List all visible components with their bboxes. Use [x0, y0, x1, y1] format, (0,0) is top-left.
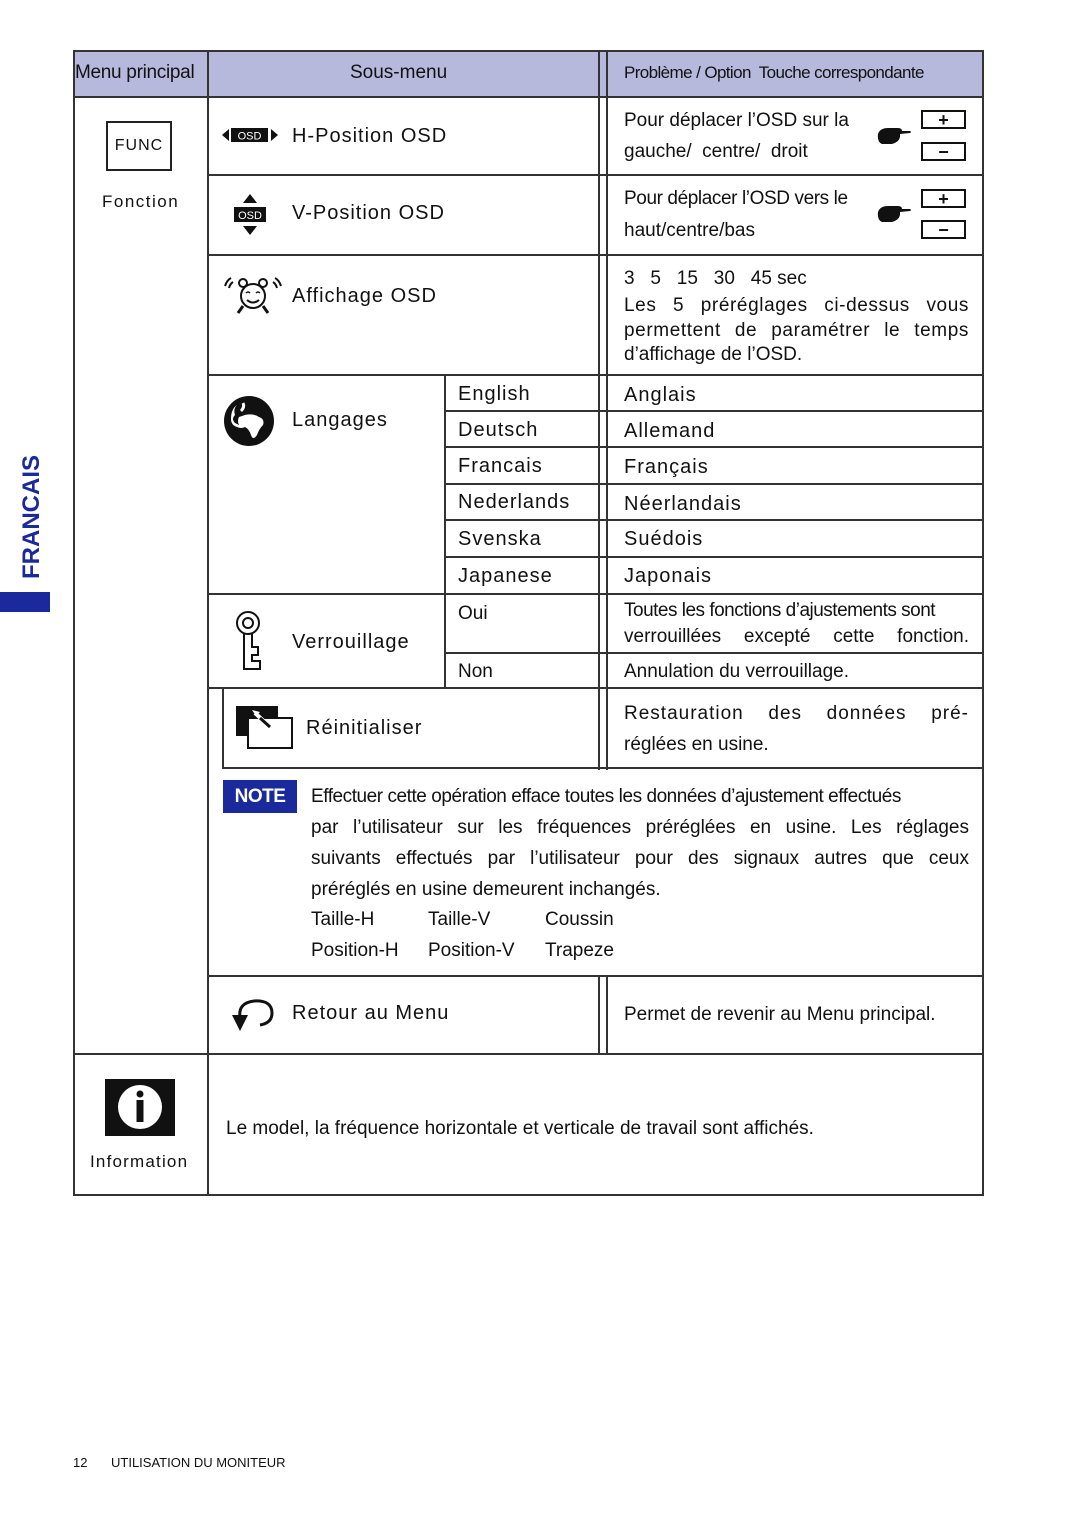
h-position-desc-1: Pour déplacer l’OSD sur la — [624, 110, 849, 131]
retour-desc: Permet de revenir au Menu principal. — [624, 1004, 936, 1025]
information-desc: Le model, la fréquence horizontale et ve… — [226, 1118, 814, 1139]
minus-key[interactable]: − — [921, 142, 966, 161]
osd-up-down-icon: OSD — [234, 194, 266, 235]
side-tab-bar — [0, 592, 50, 612]
pointing-hand-icon — [877, 206, 911, 222]
svg-text:OSD: OSD — [238, 210, 262, 222]
language-meaning: Néerlandais — [624, 493, 742, 515]
affichage-osd-row[interactable]: Affichage OSD — [209, 256, 598, 374]
osd-left-right-icon: OSD — [222, 128, 278, 143]
v-position-label: V-Position OSD — [292, 202, 445, 224]
alarm-clock-icon — [224, 277, 282, 314]
info-glyph — [118, 1085, 162, 1129]
affichage-desc-2: permettent de paramétrer le temps — [624, 320, 969, 341]
verrouillage-option-non[interactable]: Non — [446, 654, 598, 687]
language-option-deutsch[interactable]: Deutsch — [446, 412, 598, 446]
header-menu-principal: Menu principal — [75, 62, 195, 83]
reinitialiser-row[interactable]: Réinitialiser — [224, 689, 598, 767]
v-position-desc-2: haut/centre/bas — [624, 220, 755, 241]
note-setting: Taille-H — [311, 909, 375, 930]
table-top-border — [73, 50, 984, 52]
note-setting: Coussin — [545, 909, 614, 930]
v-position-desc-1: Pour déplacer l’OSD vers le — [624, 188, 848, 209]
reset-box-bottom — [222, 767, 982, 769]
langages-label: Langages — [292, 409, 388, 431]
function-caption: Fonction — [102, 192, 180, 211]
language-option-english[interactable]: English — [446, 376, 598, 410]
verrouillage-row[interactable]: Verrouillage — [209, 595, 444, 687]
retour-divider-a — [598, 975, 600, 1055]
language-option-francais[interactable]: Francais — [446, 448, 598, 482]
reinitialiser-label: Réinitialiser — [306, 717, 423, 739]
reinitialiser-desc-2: réglées en usine. — [624, 734, 769, 755]
affichage-values: 3 5 15 30 45 sec — [624, 268, 807, 289]
reset-icon — [236, 706, 293, 749]
func-icon-label: FUNC — [114, 137, 164, 154]
affichage-osd-label: Affichage OSD — [292, 285, 437, 307]
affichage-desc-1: Les 5 préréglages ci-dessus vous — [624, 295, 969, 316]
note-setting: Trapeze — [545, 940, 614, 961]
header-sous-menu: Sous-menu — [350, 62, 448, 83]
retour-au-menu-label: Retour au Menu — [292, 1002, 450, 1024]
note-text-1: Effectuer cette opération efface toutes … — [311, 786, 901, 807]
h-position-desc-2: gauche/ centre/ droit — [624, 141, 808, 162]
h-position-row[interactable]: OSD H-Position OSD — [209, 98, 598, 174]
note-text-2: par l’utilisateur sur les fréquences pré… — [311, 817, 969, 838]
info-icon — [105, 1079, 175, 1136]
note-setting: Taille-V — [428, 909, 491, 930]
language-meaning: Suédois — [624, 528, 704, 550]
verrouillage-oui-desc-2: verrouillées excepté cette fonction. — [624, 626, 969, 647]
svg-text:OSD: OSD — [238, 131, 262, 143]
language-option-svenska[interactable]: Svenska — [446, 521, 598, 555]
footer-section-title: UTILISATION DU MONITEUR — [111, 1455, 286, 1470]
language-meaning: Français — [624, 456, 709, 478]
verrouillage-option-oui[interactable]: Oui — [446, 595, 598, 652]
affichage-desc-3: d’affichage de l’OSD. — [624, 344, 803, 365]
language-option-japanese[interactable]: Japanese — [446, 558, 598, 592]
table-right-border — [982, 50, 984, 1196]
globe-icon — [224, 396, 274, 446]
verrouillage-non-desc: Annulation du verrouillage. — [624, 661, 849, 682]
note-text-3: suivants effectués par l’utilisateur pou… — [311, 848, 969, 869]
note-setting: Position-V — [428, 940, 515, 961]
information-caption: Information — [90, 1152, 189, 1171]
note-text-4: préréglés en usine demeurent inchangés. — [311, 879, 661, 900]
table-left-border — [73, 50, 75, 1196]
func-icon: FUNC — [106, 121, 172, 171]
table-bottom-border — [73, 1194, 984, 1196]
langages-row[interactable]: Langages — [209, 376, 444, 593]
key-icon — [236, 611, 261, 670]
language-meaning: Anglais — [624, 384, 697, 406]
return-arrow-icon — [232, 999, 274, 1031]
reinitialiser-desc-1: Restauration des données pré- — [624, 703, 969, 724]
info-top-border — [73, 1053, 984, 1055]
note-badge: NOTE — [223, 780, 297, 813]
language-option-nederlands[interactable]: Nederlands — [446, 485, 598, 519]
retour-au-menu-row[interactable]: Retour au Menu — [209, 977, 598, 1053]
plus-key[interactable]: + — [921, 110, 966, 129]
verrouillage-oui-desc-1: Toutes les fonctions d’ajustements sont — [624, 600, 936, 621]
minus-key[interactable]: − — [921, 220, 966, 239]
header-probleme-option: Problème / Option Touche correspondante — [624, 63, 924, 82]
language-meaning: Allemand — [624, 420, 716, 442]
language-meaning: Japonais — [624, 565, 713, 587]
retour-divider-b — [606, 975, 608, 1055]
page-number: 12 — [73, 1455, 88, 1470]
plus-key[interactable]: + — [921, 189, 966, 208]
verrouillage-label: Verrouillage — [292, 631, 410, 653]
note-setting: Position-H — [311, 940, 399, 961]
v-position-row[interactable]: OSD V-Position OSD — [209, 176, 598, 254]
h-position-label: H-Position OSD — [292, 125, 448, 147]
side-language-label: FRANCAIS — [0, 440, 60, 620]
pointing-hand-icon — [877, 128, 911, 144]
